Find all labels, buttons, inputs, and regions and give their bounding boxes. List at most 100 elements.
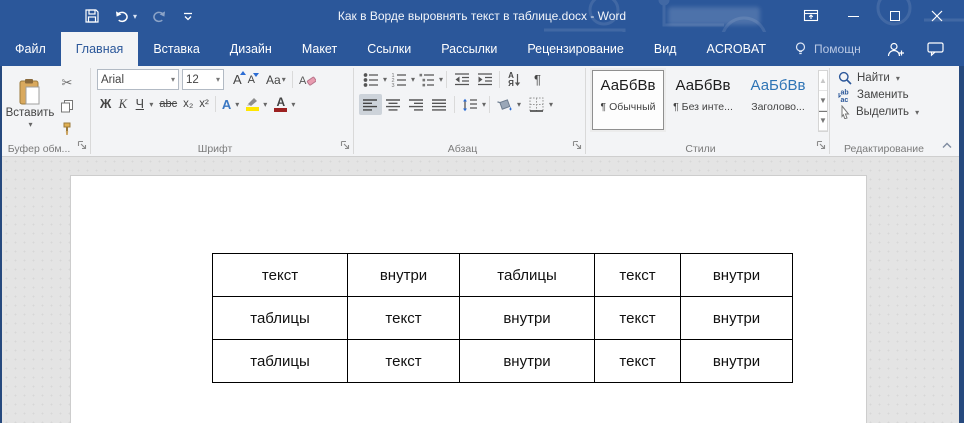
font-color-label: A bbox=[276, 97, 285, 107]
comments-icon[interactable] bbox=[916, 32, 956, 66]
select-button[interactable]: Выделить ▾ bbox=[838, 105, 938, 119]
shrink-font-button[interactable]: A bbox=[245, 72, 258, 88]
table-cell[interactable]: таблицы bbox=[213, 340, 348, 383]
tab-layout[interactable]: Макет bbox=[287, 32, 352, 66]
numbering-icon[interactable]: 123 bbox=[387, 69, 410, 90]
justify-button[interactable] bbox=[428, 94, 451, 115]
table-cell[interactable]: текст bbox=[348, 297, 460, 340]
undo-button[interactable]: ▾ bbox=[114, 8, 137, 24]
highlight-button[interactable] bbox=[243, 95, 262, 113]
clear-formatting-button[interactable]: A bbox=[296, 71, 319, 89]
table-cell[interactable]: текст bbox=[595, 254, 681, 297]
clipboard-small-buttons: ✂ bbox=[56, 69, 78, 138]
styles-more-icon[interactable]: ▼ bbox=[819, 111, 827, 131]
text-effects-button[interactable]: A bbox=[219, 95, 234, 114]
tab-mailings[interactable]: Рассылки bbox=[426, 32, 512, 66]
font-size-combo[interactable]: 12▾ bbox=[182, 69, 224, 90]
table-cell[interactable]: внутри bbox=[348, 254, 460, 297]
line-spacing-dropdown-icon[interactable]: ▾ bbox=[482, 100, 486, 109]
document-area[interactable]: текст внутри таблицы текст внутри таблиц… bbox=[2, 157, 959, 423]
paragraph-dialog-launcher-icon[interactable] bbox=[572, 139, 582, 153]
style-normal[interactable]: АаБбВв ¶ Обычный bbox=[592, 70, 664, 130]
bold-button[interactable]: Ж bbox=[97, 94, 114, 114]
customize-quick-access-icon[interactable] bbox=[181, 9, 195, 23]
tab-file[interactable]: Файл bbox=[0, 32, 61, 66]
underline-button[interactable]: Ч bbox=[131, 94, 148, 114]
clipboard-dialog-launcher-icon[interactable] bbox=[77, 139, 87, 153]
borders-dropdown-icon[interactable]: ▾ bbox=[549, 100, 553, 109]
select-dropdown-icon[interactable]: ▾ bbox=[915, 108, 919, 117]
table-cell[interactable]: внутри bbox=[460, 297, 595, 340]
align-right-button[interactable] bbox=[405, 94, 428, 115]
copy-icon[interactable] bbox=[56, 96, 78, 115]
subscript-button[interactable]: x₂ bbox=[180, 96, 196, 112]
table-cell[interactable]: текст bbox=[595, 297, 681, 340]
tell-me-helper[interactable]: Помощн bbox=[781, 32, 873, 66]
undo-dropdown-icon[interactable]: ▾ bbox=[133, 12, 137, 21]
document-page[interactable]: текст внутри таблицы текст внутри таблиц… bbox=[70, 175, 867, 423]
grow-font-button[interactable]: A bbox=[230, 70, 245, 89]
paste-button[interactable]: Вставить ▾ bbox=[4, 69, 56, 138]
underline-dropdown-icon[interactable]: ▾ bbox=[149, 100, 153, 109]
bullets-icon[interactable] bbox=[359, 69, 382, 90]
font-color-button[interactable]: A bbox=[271, 95, 290, 114]
multilevel-dropdown-icon[interactable]: ▾ bbox=[439, 75, 443, 84]
borders-button[interactable] bbox=[525, 94, 548, 115]
superscript-button[interactable]: x² bbox=[196, 96, 212, 112]
change-case-button[interactable]: Aa▾ bbox=[263, 71, 289, 89]
font-dialog-launcher-icon[interactable] bbox=[340, 139, 350, 153]
align-left-button[interactable] bbox=[359, 94, 382, 115]
strikethrough-button[interactable]: abc bbox=[156, 96, 180, 112]
document-table[interactable]: текст внутри таблицы текст внутри таблиц… bbox=[212, 253, 793, 383]
tab-insert[interactable]: Вставка bbox=[138, 32, 214, 66]
format-painter-icon[interactable] bbox=[56, 119, 78, 138]
close-button[interactable] bbox=[916, 0, 958, 32]
show-paragraph-marks-button[interactable]: ¶ bbox=[526, 69, 549, 90]
ribbon-display-options-button[interactable] bbox=[790, 0, 832, 32]
paste-dropdown-icon[interactable]: ▾ bbox=[28, 120, 32, 129]
minimize-button[interactable] bbox=[832, 0, 874, 32]
collapse-ribbon-icon[interactable] bbox=[941, 139, 953, 153]
table-cell[interactable]: внутри bbox=[681, 297, 793, 340]
text-effects-dropdown-icon[interactable]: ▾ bbox=[235, 100, 239, 109]
styles-dialog-launcher-icon[interactable] bbox=[816, 139, 826, 153]
find-button[interactable]: Найти ▾ bbox=[838, 71, 938, 85]
align-center-button[interactable] bbox=[382, 94, 405, 115]
shading-dropdown-icon[interactable]: ▾ bbox=[517, 100, 521, 109]
highlight-dropdown-icon[interactable]: ▾ bbox=[263, 100, 267, 109]
styles-scroll-up-icon[interactable]: ▲ bbox=[819, 71, 827, 91]
cut-icon[interactable]: ✂ bbox=[56, 73, 78, 92]
maximize-button[interactable] bbox=[874, 0, 916, 32]
shading-button[interactable] bbox=[493, 94, 516, 115]
table-cell[interactable]: текст bbox=[348, 340, 460, 383]
increase-indent-icon[interactable] bbox=[473, 69, 496, 90]
style-heading1[interactable]: АаБбВв Заголово... bbox=[742, 70, 814, 130]
tab-references[interactable]: Ссылки bbox=[352, 32, 426, 66]
line-spacing-button[interactable] bbox=[458, 94, 481, 115]
table-cell[interactable]: внутри bbox=[681, 254, 793, 297]
italic-button[interactable]: К bbox=[114, 94, 131, 114]
tab-home[interactable]: Главная bbox=[61, 32, 139, 66]
share-person-icon[interactable] bbox=[876, 32, 916, 66]
replace-button[interactable]: abac Заменить bbox=[838, 88, 938, 102]
table-cell[interactable]: внутри bbox=[681, 340, 793, 383]
font-color-dropdown-icon[interactable]: ▾ bbox=[291, 100, 295, 109]
redo-button[interactable] bbox=[151, 8, 167, 24]
find-dropdown-icon[interactable]: ▾ bbox=[896, 74, 900, 83]
tab-acrobat[interactable]: ACROBAT bbox=[691, 32, 781, 66]
sort-button[interactable]: АЯ bbox=[503, 69, 526, 90]
table-cell[interactable]: внутри bbox=[460, 340, 595, 383]
tab-review[interactable]: Рецензирование bbox=[512, 32, 639, 66]
table-cell[interactable]: текст bbox=[213, 254, 348, 297]
tab-design[interactable]: Дизайн bbox=[215, 32, 287, 66]
tab-view[interactable]: Вид bbox=[639, 32, 692, 66]
table-cell[interactable]: таблицы bbox=[213, 297, 348, 340]
table-cell[interactable]: таблицы bbox=[460, 254, 595, 297]
multilevel-list-icon[interactable] bbox=[415, 69, 438, 90]
font-name-combo[interactable]: Arial▾ bbox=[97, 69, 179, 90]
save-icon[interactable] bbox=[84, 8, 100, 24]
styles-scroll-down-icon[interactable]: ▼ bbox=[819, 91, 827, 111]
decrease-indent-icon[interactable] bbox=[450, 69, 473, 90]
table-cell[interactable]: текст bbox=[595, 340, 681, 383]
style-no-spacing[interactable]: АаБбВв ¶ Без инте... bbox=[667, 70, 739, 130]
